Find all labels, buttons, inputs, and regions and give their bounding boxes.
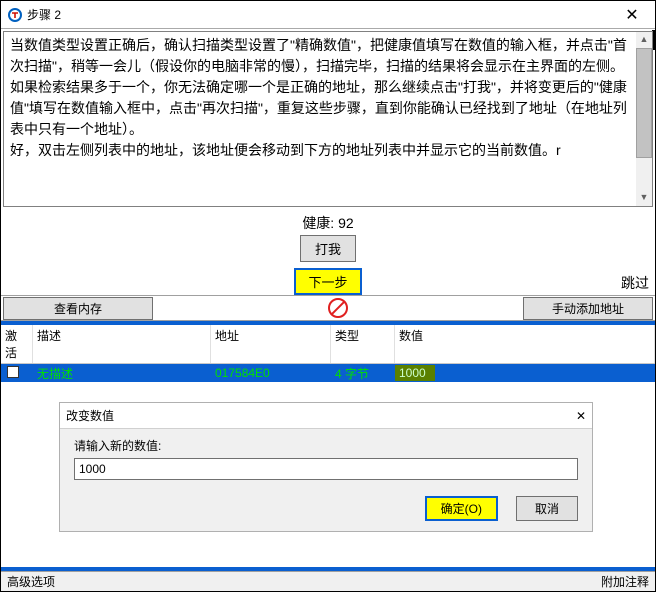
col-value[interactable]: 数值 <box>395 325 655 363</box>
next-step-button[interactable]: 下一步 <box>294 268 361 295</box>
status-bar: 高级选项 附加注释 <box>1 571 655 591</box>
ok-button[interactable]: 确定(O) <box>425 496 498 521</box>
cell-addr: 017584E0 <box>211 365 331 381</box>
cancel-button[interactable]: 取消 <box>516 496 578 521</box>
scroll-up-icon[interactable]: ▲ <box>636 32 652 48</box>
health-label: 健康: <box>302 215 334 231</box>
scroll-down-icon[interactable]: ▼ <box>636 190 652 206</box>
value-input[interactable] <box>74 458 578 480</box>
health-display: 健康: 92 <box>1 213 655 233</box>
close-button[interactable]: ✕ <box>611 1 653 28</box>
instruction-text: 好，双击左侧列表中的地址，该地址便会移动到下方的地址列表中并显示它的当前数值。r <box>10 140 628 161</box>
instruction-text: 当数值类型设置正确后，确认扫描类型设置了"精确数值"，把健康值填写在数值的输入框… <box>10 35 628 77</box>
instruction-text: 如果检索结果多于一个，你无法确定哪一个是正确的地址，那么继续点击"打我"，并将变… <box>10 77 628 140</box>
toolbar: 查看内存 手动添加地址 <box>1 295 655 321</box>
hit-me-button[interactable]: 打我 <box>300 235 356 262</box>
cell-desc: 无描述 <box>33 364 211 383</box>
cell-type: 4 字节 <box>331 364 395 383</box>
health-value: 92 <box>338 215 354 231</box>
window-title: 步骤 2 <box>27 6 611 23</box>
forbidden-icon[interactable] <box>328 298 348 318</box>
change-value-dialog: 改变数值 ✕ 请输入新的数值: 确定(O) 取消 <box>59 402 593 532</box>
table-header: 激活 描述 地址 类型 数值 <box>1 325 655 364</box>
add-comment[interactable]: 附加注释 <box>601 573 649 590</box>
col-desc[interactable]: 描述 <box>33 325 211 363</box>
dialog-title: 改变数值 <box>66 407 576 424</box>
scrollbar[interactable]: ▲ ▼ <box>636 32 652 206</box>
add-address-button[interactable]: 手动添加地址 <box>523 297 653 320</box>
col-type[interactable]: 类型 <box>331 325 395 363</box>
dialog-prompt: 请输入新的数值: <box>74 437 578 454</box>
table-row[interactable]: 无描述 017584E0 4 字节 1000 <box>1 364 655 382</box>
address-table: 激活 描述 地址 类型 数值 无描述 017584E0 4 字节 1000 <box>1 325 655 382</box>
view-memory-button[interactable]: 查看内存 <box>3 297 153 320</box>
dialog-close-icon[interactable]: ✕ <box>576 409 586 423</box>
game-controls: 健康: 92 打我 下一步 跳过 <box>1 209 655 295</box>
scroll-thumb[interactable] <box>636 48 652 158</box>
col-activate[interactable]: 激活 <box>1 325 33 363</box>
skip-link[interactable]: 跳过 <box>621 273 649 293</box>
cell-value: 1000 <box>395 365 435 381</box>
app-icon <box>7 7 23 23</box>
activate-checkbox[interactable] <box>7 366 19 378</box>
dialog-titlebar: 改变数值 ✕ <box>60 403 592 429</box>
instructions-panel: 当数值类型设置正确后，确认扫描类型设置了"精确数值"，把健康值填写在数值的输入框… <box>3 31 653 207</box>
advanced-options[interactable]: 高级选项 <box>7 573 55 590</box>
col-addr[interactable]: 地址 <box>211 325 331 363</box>
table-body-area: 改变数值 ✕ 请输入新的数值: 确定(O) 取消 <box>1 382 655 567</box>
title-bar: 步骤 2 ✕ <box>1 1 655 29</box>
